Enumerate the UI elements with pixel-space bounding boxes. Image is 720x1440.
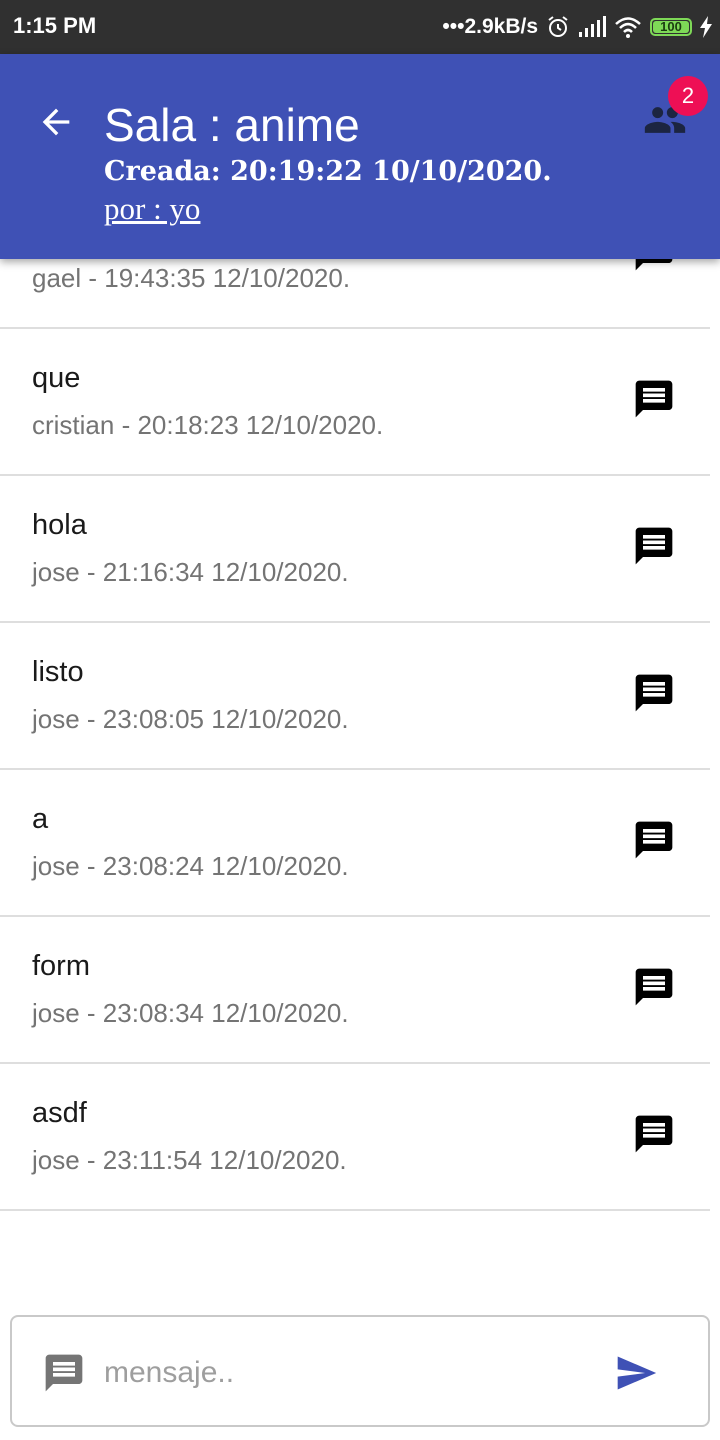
status-time: 1:15 PM	[13, 13, 97, 38]
message-text: hola	[32, 509, 87, 541]
message-item[interactable]: que cristian - 20:18:23 12/10/2020.	[0, 329, 710, 476]
message-icon	[635, 380, 673, 418]
send-icon[interactable]	[612, 1351, 660, 1395]
alarm-icon	[548, 16, 568, 37]
message-meta: jose - 23:08:05 12/10/2020.	[32, 704, 349, 734]
app-bar: Sala : anime Creada: 20:19:22 10/10/2020…	[0, 54, 720, 259]
message-icon	[635, 527, 673, 565]
network-speed: •••2.9kB/s	[442, 15, 538, 38]
message-text: listo	[32, 656, 84, 688]
message-text: form	[32, 950, 90, 982]
status-bar: 1:15 PM •••2.9kB/s 100	[0, 0, 720, 54]
message-item[interactable]: a jose - 23:08:24 12/10/2020.	[0, 770, 710, 917]
message-text: a	[32, 803, 49, 835]
message-meta: jose - 23:11:54 12/10/2020.	[32, 1145, 347, 1175]
battery-level: 100	[660, 19, 682, 34]
message-meta: cristian - 20:18:23 12/10/2020.	[32, 410, 384, 440]
message-icon	[635, 821, 673, 859]
message-item[interactable]: form jose - 23:08:34 12/10/2020.	[0, 917, 710, 1064]
room-created-date: Creada: 20:19:22 10/10/2020.	[104, 156, 552, 187]
wifi-icon	[615, 17, 641, 38]
message-item[interactable]: hola jose - 21:16:34 12/10/2020.	[0, 476, 710, 623]
message-icon	[635, 1115, 673, 1153]
users-count-badge: 2	[668, 76, 708, 116]
message-meta: jose - 23:08:34 12/10/2020.	[32, 998, 349, 1028]
message-item[interactable]: listo jose - 23:08:05 12/10/2020.	[0, 623, 710, 770]
message-text: que	[32, 362, 81, 394]
message-input[interactable]	[102, 1347, 586, 1399]
message-meta: gael - 19:43:35 12/10/2020.	[32, 263, 351, 293]
page-title: Sala : anime	[104, 99, 360, 151]
message-item[interactable]: asdf jose - 23:11:54 12/10/2020.	[0, 1064, 710, 1211]
message-text: asdf	[32, 1097, 87, 1129]
signal-icon	[579, 16, 606, 37]
message-icon	[635, 968, 673, 1006]
charging-icon	[700, 16, 712, 38]
message-meta: jose - 23:08:24 12/10/2020.	[32, 851, 349, 881]
room-creator-link[interactable]: por : yo	[104, 191, 200, 227]
message-list[interactable]: ok gael - 19:43:35 12/10/2020. que crist…	[0, 230, 710, 1252]
message-icon	[635, 674, 673, 712]
back-arrow-icon[interactable]	[36, 102, 76, 142]
message-input-box	[10, 1315, 710, 1427]
message-meta: jose - 21:16:34 12/10/2020.	[32, 557, 349, 587]
message-icon	[45, 1354, 83, 1392]
battery-icon: 100	[650, 18, 692, 36]
status-icons: •••2.9kB/s 100	[442, 11, 712, 43]
